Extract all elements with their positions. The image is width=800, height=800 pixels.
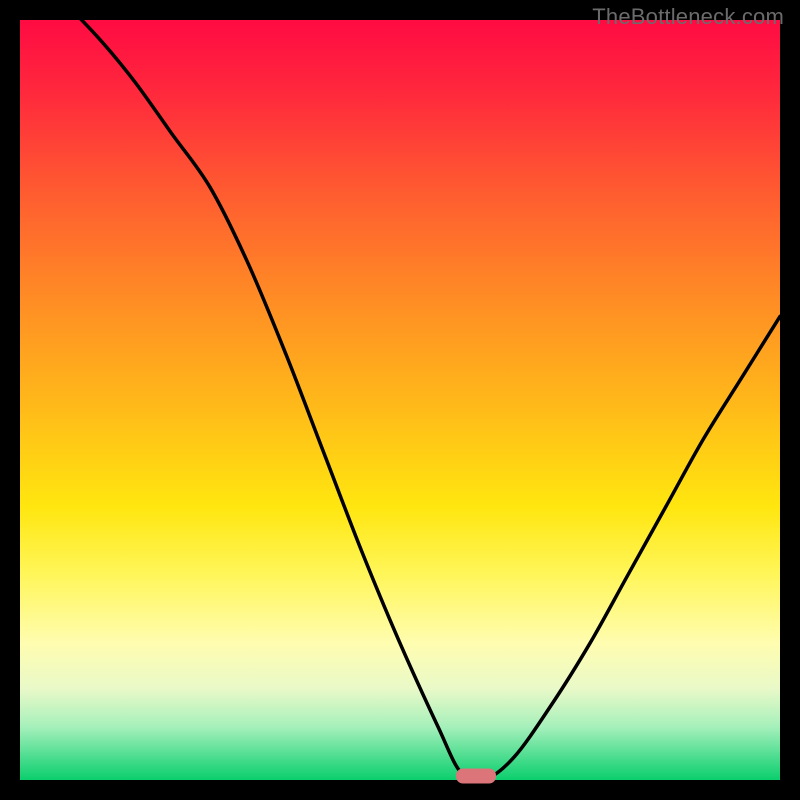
bottleneck-curve	[20, 20, 780, 780]
curve-line	[20, 20, 780, 780]
chart-frame: TheBottleneck.com	[0, 0, 800, 800]
plot-area	[20, 20, 780, 780]
watermark-text: TheBottleneck.com	[592, 4, 784, 30]
minimum-marker	[456, 769, 496, 784]
